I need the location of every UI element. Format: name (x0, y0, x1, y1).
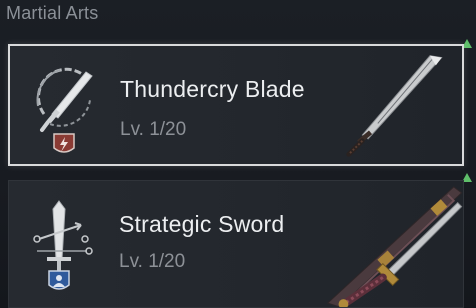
art-name: Strategic Sword (119, 211, 285, 237)
art-level: Lv. 1/20 (120, 119, 187, 140)
section-title: Martial Arts (6, 3, 99, 23)
thundercry-blade-weapon-image (346, 55, 443, 157)
sword-skill-icon (33, 200, 93, 290)
art-name: Thundercry Blade (120, 76, 305, 102)
art-level: Lv. 1/20 (119, 251, 186, 272)
blade-skill-icon (36, 67, 93, 153)
strategic-sword-weapon-image (326, 186, 463, 307)
martial-arts-panel: Martial Arts Thundercry Blade Lv. 1/20 S… (0, 0, 476, 308)
martial-art-card-thundercry-blade[interactable]: Thundercry Blade Lv. 1/20 (8, 44, 464, 166)
martial-art-card-strategic-sword[interactable]: Strategic Sword Lv. 1/20 (8, 180, 464, 308)
